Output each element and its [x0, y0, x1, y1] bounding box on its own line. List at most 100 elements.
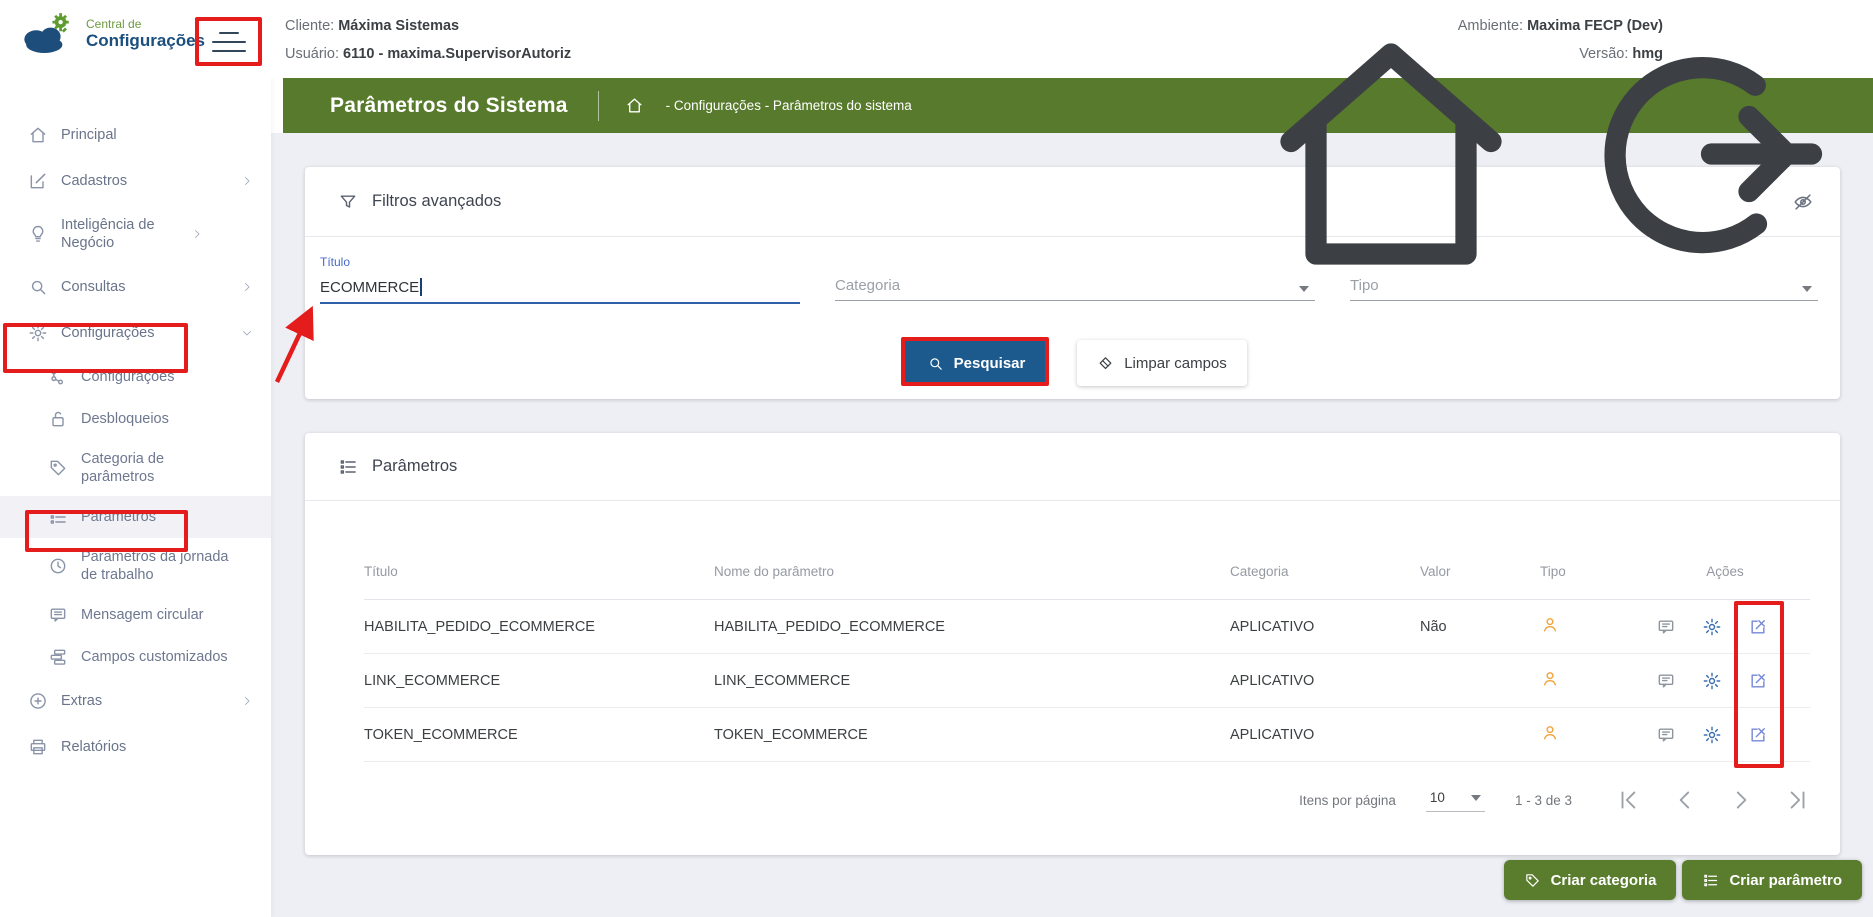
sidebar-item-relatorios[interactable]: Relatórios	[0, 724, 271, 770]
col-titulo: Título	[364, 563, 398, 579]
parameters-card: Parâmetros Título Nome do parâmetro Cate…	[305, 433, 1840, 855]
message-icon	[48, 605, 68, 625]
hamburger-menu-icon[interactable]	[205, 25, 253, 59]
sidebar-nav: Principal Cadastros Inteligência de Negó…	[0, 78, 271, 917]
search-icon	[929, 357, 942, 370]
tag-icon	[48, 458, 68, 478]
col-valor: Valor	[1420, 563, 1451, 579]
limpar-campos-button[interactable]: Limpar campos	[1077, 340, 1247, 386]
page-range: 1 - 3 de 3	[1514, 792, 1572, 808]
sidebar-item-extras[interactable]: Extras	[0, 678, 271, 724]
table-header-row: Título Nome do parâmetro Categoria Valor…	[364, 543, 1810, 600]
cell-nome: TOKEN_ECOMMERCE	[714, 726, 868, 743]
cell-titulo: LINK_ECOMMERCE	[364, 672, 501, 689]
sidebar-subitem-parametros-jornada[interactable]: Parâmetros da jornada de trabalho	[0, 538, 271, 594]
cell-titulo: TOKEN_ECOMMERCE	[364, 726, 518, 743]
sidebar-item-consultas[interactable]: Consultas	[0, 264, 271, 310]
previous-page-icon[interactable]	[1672, 787, 1698, 813]
gear-icon[interactable]	[1702, 725, 1722, 745]
user-value: 6110 - maxima.SupervisorAutoriz	[343, 46, 572, 62]
comment-icon[interactable]	[1656, 725, 1676, 745]
lightbulb-icon	[28, 224, 48, 244]
parameters-table: Título Nome do parâmetro Categoria Valor…	[364, 543, 1810, 762]
client-label: Cliente:	[285, 18, 335, 34]
titulo-label: Título	[320, 255, 351, 269]
clock-icon	[48, 556, 68, 576]
parameters-title: Parâmetros	[372, 457, 458, 475]
pesquisar-button[interactable]: Pesquisar	[903, 340, 1049, 386]
plus-circle-icon	[28, 691, 48, 711]
sidebar-subitem-categoria-de-parametros[interactable]: Categoria de parâmetros	[0, 440, 271, 496]
first-page-icon[interactable]	[1616, 787, 1642, 813]
sidebar-item-configuracoes[interactable]: Configurações	[0, 310, 271, 356]
table-row: LINK_ECOMMERCE LINK_ECOMMERCE APLICATIVO	[364, 654, 1810, 708]
list-icon	[338, 457, 358, 477]
items-per-page-select[interactable]: 10	[1425, 788, 1485, 812]
edit-icon	[28, 171, 48, 191]
sidebar-subitem-desbloqueios[interactable]: Desbloqueios	[0, 398, 271, 440]
logo-line1: Central de	[86, 16, 142, 31]
col-tipo: Tipo	[1540, 563, 1566, 579]
criar-parametro-button[interactable]: Criar parâmetro	[1682, 860, 1862, 900]
search-icon	[28, 277, 48, 297]
last-page-icon[interactable]	[1784, 787, 1810, 813]
logout-icon[interactable]	[1549, 4, 1849, 304]
sidebar-subitem-configuracoes[interactable]: Configurações	[0, 356, 271, 398]
text-cursor	[420, 278, 422, 296]
gear-icon[interactable]	[1702, 617, 1722, 637]
logo-line2: Configurações	[86, 30, 206, 50]
edit-icon[interactable]	[1748, 617, 1768, 637]
criar-categoria-button[interactable]: Criar categoria	[1503, 860, 1677, 900]
person-icon	[1540, 615, 1640, 639]
filters-title: Filtros avançados	[372, 192, 502, 210]
gear-icon	[28, 323, 48, 343]
page-title: Parâmetros do Sistema	[330, 93, 568, 117]
app-logo: Central de Configurações	[18, 12, 205, 54]
comment-icon[interactable]	[1656, 617, 1676, 637]
tag-icon	[1525, 873, 1539, 887]
sidebar-subitem-campos-customizados[interactable]: Campos customizados	[0, 636, 271, 678]
printer-icon	[28, 737, 48, 757]
cell-categoria: APLICATIVO	[1230, 672, 1315, 689]
cloud-gear-logo-icon	[24, 13, 69, 53]
list-icon	[48, 507, 68, 527]
home-icon[interactable]	[1241, 4, 1541, 304]
app-header: Central de Configurações Cliente: Máxima…	[0, 0, 1873, 265]
cell-categoria: APLICATIVO	[1230, 618, 1315, 635]
unlock-icon	[48, 409, 68, 429]
table-row: TOKEN_ECOMMERCE TOKEN_ECOMMERCE APLICATI…	[364, 708, 1810, 762]
edit-icon[interactable]	[1748, 725, 1768, 745]
client-value: Máxima Sistemas	[338, 18, 460, 34]
titulo-input[interactable]: Título ECOMMERCE	[320, 255, 800, 304]
cell-titulo: HABILITA_PEDIDO_ECOMMERCE	[364, 618, 595, 635]
chevron-down-icon	[241, 327, 253, 339]
sidebar-subitem-parametros[interactable]: Parâmetros	[0, 496, 271, 538]
person-icon	[1540, 669, 1640, 693]
col-acoes: Ações	[1706, 563, 1744, 579]
gear-icon[interactable]	[1702, 671, 1722, 691]
person-icon	[1540, 723, 1640, 747]
sidebar-subitem-mensagem-circular[interactable]: Mensagem circular	[0, 594, 271, 636]
col-nome: Nome do parâmetro	[714, 563, 835, 579]
layers-icon	[48, 647, 68, 667]
breadcrumb-home-icon[interactable]	[625, 96, 644, 115]
items-per-page-label: Itens por página	[1299, 792, 1396, 808]
title-divider	[597, 90, 599, 121]
filter-funnel-icon	[338, 192, 358, 212]
col-categoria: Categoria	[1230, 563, 1289, 579]
breadcrumb: - Configurações - Parâmetros do sistema	[665, 98, 912, 113]
paginator: Itens por página 10 1 - 3 de 3	[364, 770, 1810, 830]
list-icon	[1704, 874, 1718, 886]
user-label: Usuário:	[285, 46, 339, 62]
cell-valor: Não	[1420, 618, 1447, 635]
eraser-icon	[1099, 356, 1112, 369]
sidebar-item-cadastros[interactable]: Cadastros	[0, 158, 271, 204]
sidebar-item-inteligencia-de-negocio[interactable]: Inteligência de Negócio	[0, 204, 271, 264]
comment-icon[interactable]	[1656, 671, 1676, 691]
next-page-icon[interactable]	[1728, 787, 1754, 813]
sidebar-item-principal[interactable]: Principal	[0, 112, 271, 158]
header-client-user: Cliente: Máxima Sistemas Usuário: 6110 -…	[285, 12, 571, 68]
chevron-right-icon	[241, 175, 253, 187]
table-row: HABILITA_PEDIDO_ECOMMERCE HABILITA_PEDID…	[364, 600, 1810, 654]
edit-icon[interactable]	[1748, 671, 1768, 691]
